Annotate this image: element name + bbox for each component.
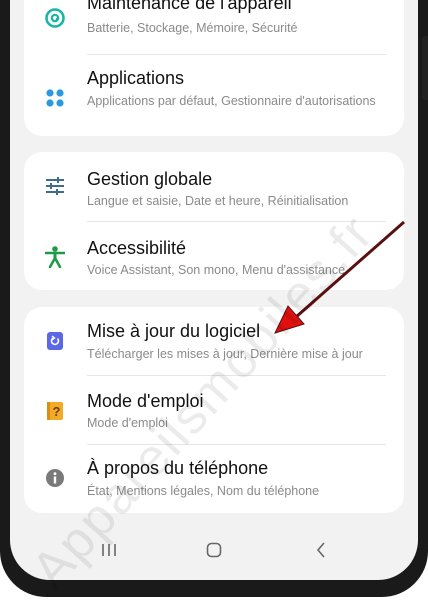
annotation-arrow — [274, 220, 405, 334]
